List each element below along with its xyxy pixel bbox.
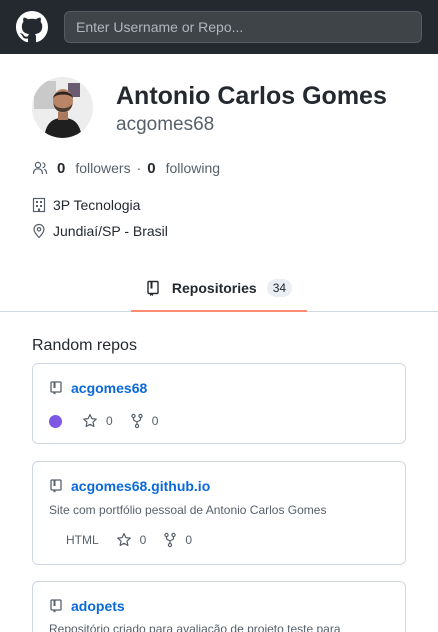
followers-count[interactable]: 0 — [57, 160, 65, 177]
repo-card-header: acgomes68 — [49, 380, 147, 396]
avatar — [32, 77, 93, 138]
star-icon — [83, 414, 97, 428]
stats-separator: · — [136, 160, 142, 176]
repo-forks[interactable]: 0 — [130, 413, 159, 429]
profile-login: acgomes68 — [116, 114, 215, 135]
location-icon — [33, 223, 45, 239]
repo-name-link[interactable]: adopets — [71, 598, 125, 614]
repo-description: Repositório criado para avaliação de pro… — [49, 622, 341, 632]
follow-stats: 0 followers · 0 following — [32, 158, 220, 178]
following-count[interactable]: 0 — [147, 160, 155, 177]
repo-meta: HTML 0 0 — [49, 532, 192, 548]
repo-icon — [50, 599, 62, 613]
top-bar — [0, 0, 438, 54]
search-input[interactable] — [64, 11, 422, 43]
repo-stars-count: 0 — [106, 414, 113, 428]
profile-company: 3P Tecnologia — [32, 196, 140, 214]
repo-icon — [50, 479, 62, 493]
star-icon — [116, 533, 131, 547]
repo-language: HTML — [66, 533, 99, 547]
repo-card: acgomes68.github.io Site com portfólio p… — [32, 461, 406, 565]
repo-icon — [147, 280, 159, 296]
fork-icon — [164, 532, 177, 548]
company-label: 3P Tecnologia — [53, 197, 141, 213]
repo-forks[interactable]: 0 — [163, 532, 192, 548]
repo-stars-count: 0 — [139, 533, 147, 547]
repo-card-header: adopets — [49, 598, 125, 614]
repo-forks-count: 0 — [185, 533, 193, 547]
repo-description: Site com portfólio pessoal de Antonio Ca… — [49, 503, 327, 517]
profile-name: Antonio Carlos Gomes — [116, 82, 387, 110]
repo-forks-count: 0 — [151, 414, 159, 428]
repo-card: adopets Repositório criado para avaliaçã… — [32, 581, 406, 632]
fork-icon — [130, 413, 143, 429]
repo-name-link[interactable]: acgomes68 — [71, 380, 147, 396]
organization-icon — [32, 197, 46, 213]
repo-icon — [50, 381, 62, 395]
repo-card-header: acgomes68.github.io — [49, 478, 210, 494]
following-label[interactable]: following — [166, 160, 220, 176]
profile-tabs: Repositories 34 — [0, 266, 438, 312]
repo-name-link[interactable]: acgomes68.github.io — [71, 478, 210, 494]
repo-card: acgomes68 0 0 — [32, 363, 406, 444]
repo-meta: 0 0 — [49, 413, 158, 429]
tab-repositories-count: 34 — [266, 279, 293, 297]
tab-repositories[interactable]: Repositories 34 — [131, 266, 307, 312]
section-title: Random repos — [32, 337, 137, 354]
tab-repositories-label: Repositories — [171, 280, 257, 296]
avatar-image — [32, 77, 93, 138]
github-logo-icon[interactable] — [16, 11, 48, 43]
people-icon — [32, 161, 48, 175]
repo-stars[interactable]: 0 — [82, 413, 113, 429]
followers-label[interactable]: followers — [75, 160, 130, 176]
profile-location: Jundiaí/SP - Brasil — [32, 222, 168, 240]
language-color-dot — [49, 414, 62, 428]
location-label: Jundiaí/SP - Brasil — [53, 223, 168, 239]
repo-stars[interactable]: 0 — [116, 532, 147, 548]
